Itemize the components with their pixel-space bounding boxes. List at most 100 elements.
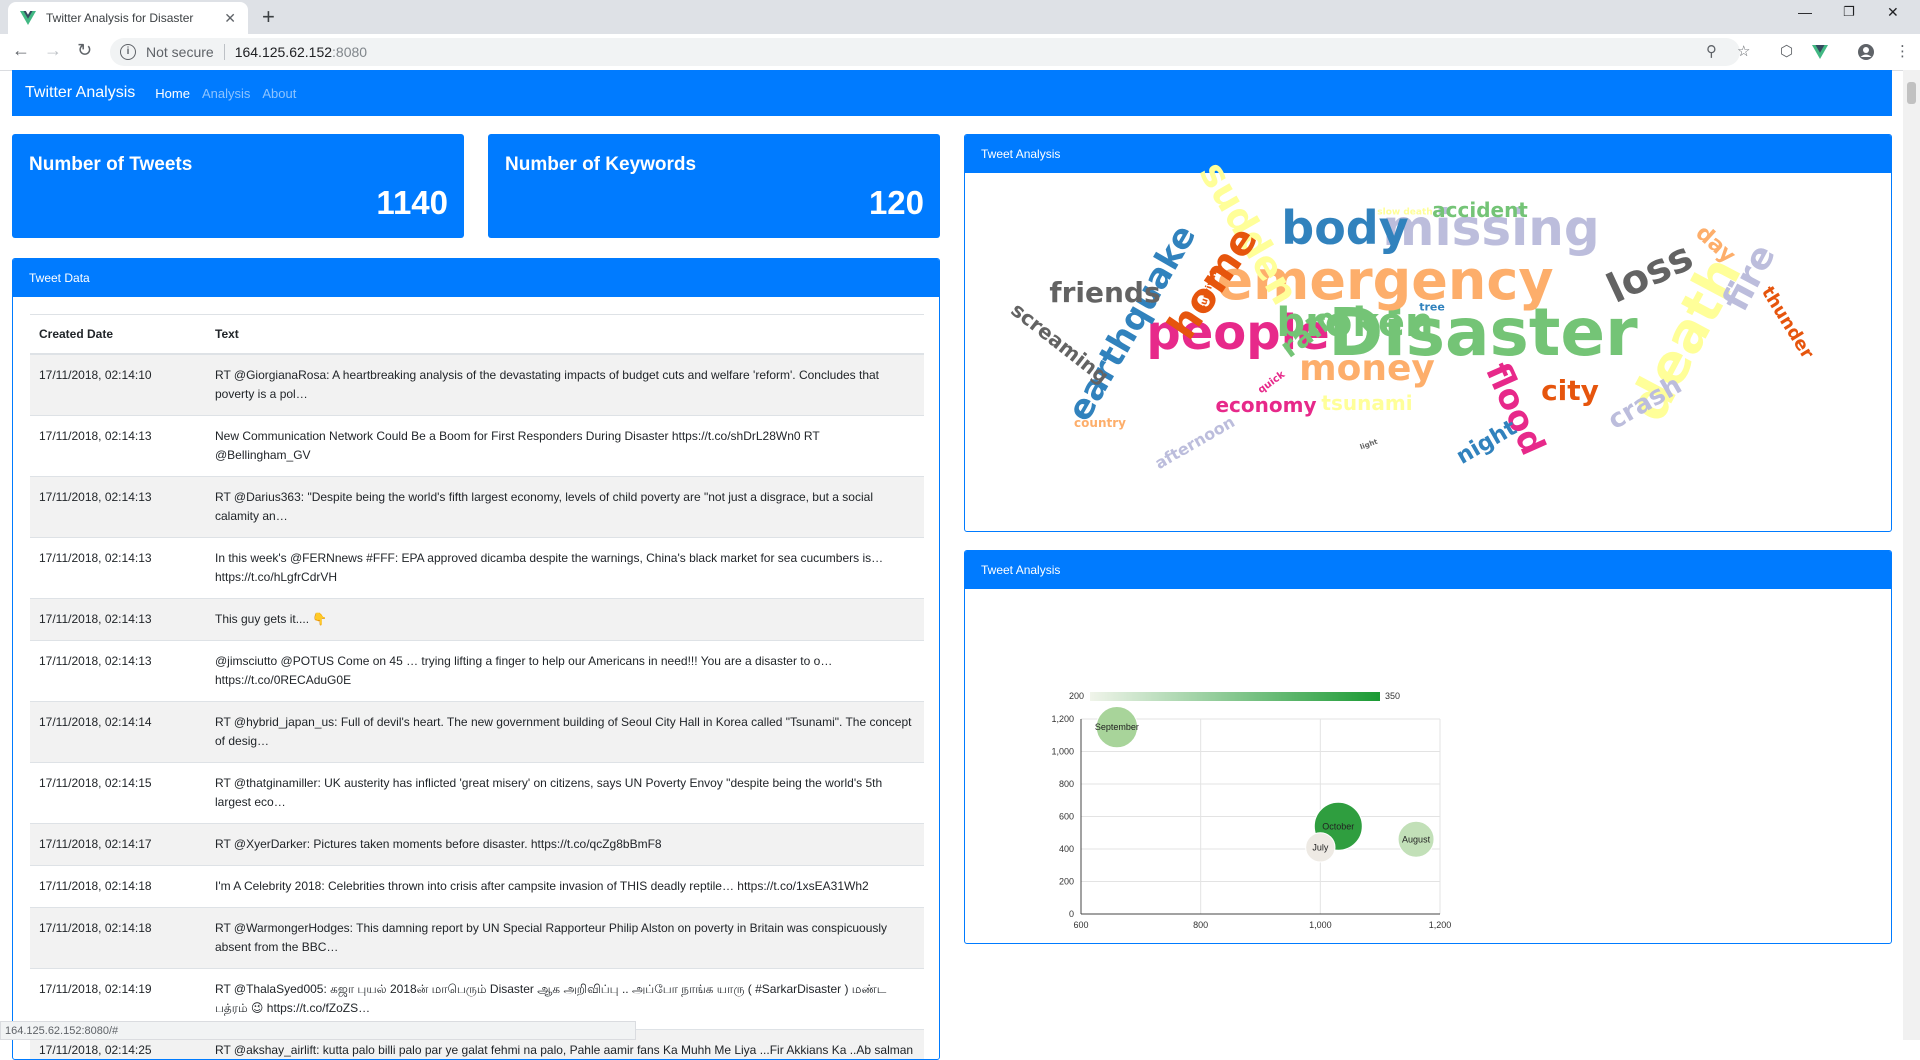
- restore-icon[interactable]: ❐: [1843, 4, 1855, 20]
- keywords-count-card: Number of Keywords 120: [488, 134, 940, 238]
- tweets-count-card: Number of Tweets 1140: [12, 134, 464, 238]
- tweets-count-label: Number of Tweets: [29, 154, 192, 176]
- table-row[interactable]: 17/11/2018, 02:14:17RT @XyerDarker: Pict…: [30, 824, 924, 866]
- x-tick-label: 1,000: [1309, 920, 1332, 930]
- address-bar[interactable]: i Not secure 164.125.62.152 :8080: [110, 38, 1740, 66]
- created-date-cell: 17/11/2018, 02:14:17: [30, 824, 206, 866]
- browser-toolbar: ← → ↻ i Not secure 164.125.62.152 :8080 …: [0, 34, 1920, 71]
- tweet-text-cell: New Communication Network Could Be a Boo…: [206, 416, 924, 477]
- bubble-label: August: [1402, 834, 1431, 844]
- table-row[interactable]: 17/11/2018, 02:14:13This guy gets it....…: [30, 599, 924, 641]
- table-row[interactable]: 17/11/2018, 02:14:15RT @thatginamiller: …: [30, 763, 924, 824]
- scrollbar-thumb[interactable]: [1907, 82, 1916, 104]
- legend-min-label: 200: [1069, 691, 1084, 701]
- legend-gradient-bar: [1090, 692, 1380, 701]
- url-host: 164.125.62.152: [235, 44, 332, 60]
- x-tick-label: 600: [1073, 920, 1088, 930]
- y-tick-label: 0: [1069, 909, 1074, 919]
- nav-link-home[interactable]: Home: [155, 86, 190, 101]
- table-row[interactable]: 17/11/2018, 02:14:18RT @WarmongerHodges:…: [30, 908, 924, 969]
- browser-tab-title: Twitter Analysis for Disaster: [46, 11, 224, 25]
- word-cloud-word: afternoon: [1152, 414, 1237, 472]
- tweet-text-cell: I'm A Celebrity 2018: Celebrities thrown…: [206, 866, 924, 908]
- word-cloud-word: night: [1453, 417, 1520, 469]
- tweet-text-cell: RT @hybrid_japan_us: Full of devil's hea…: [206, 702, 924, 763]
- security-label: Not secure: [146, 44, 214, 60]
- word-cloud-word: tree: [1419, 302, 1445, 313]
- tweets-count-value: 1140: [376, 184, 448, 222]
- created-date-cell: 17/11/2018, 02:14:13: [30, 641, 206, 702]
- address-separator: [224, 44, 225, 60]
- page-scrollbar[interactable]: [1903, 70, 1920, 1040]
- tweet-text-cell: RT @Darius363: "Despite being the world'…: [206, 477, 924, 538]
- tweet-text-cell: RT @thatginamiller: UK austerity has inf…: [206, 763, 924, 824]
- tweet-table: Created Date Text 17/11/2018, 02:14:10RT…: [30, 314, 924, 1060]
- word-cloud-word: city: [1541, 377, 1599, 405]
- browser-tabstrip: Twitter Analysis for Disaster ✕ + — ❐ ✕: [0, 0, 1920, 34]
- word-cloud-word: economy: [1215, 395, 1316, 415]
- browser-tab[interactable]: Twitter Analysis for Disaster ✕: [8, 2, 248, 34]
- vue-devtools-icon[interactable]: [1812, 44, 1828, 60]
- app-navbar: Twitter Analysis Home Analysis About: [12, 70, 1892, 116]
- close-window-icon[interactable]: ✕: [1887, 4, 1899, 21]
- created-date-cell: 17/11/2018, 02:14:18: [30, 908, 206, 969]
- word-cloud-word: slow death: [1377, 209, 1432, 218]
- forward-icon[interactable]: →: [44, 40, 62, 61]
- bubble-chart-card: Tweet Analysis 2003506008001,0001,200020…: [964, 550, 1892, 944]
- tweet-text-cell: RT @XyerDarker: Pictures taken moments b…: [206, 824, 924, 866]
- word-cloud-word: accident: [1432, 200, 1528, 220]
- y-tick-label: 200: [1059, 877, 1074, 887]
- tweet-text-cell: RT @WarmongerHodges: This damning report…: [206, 908, 924, 969]
- bubble-label: October: [1322, 821, 1354, 831]
- keywords-count-label: Number of Keywords: [505, 154, 696, 176]
- legend-max-label: 350: [1385, 691, 1400, 701]
- table-row[interactable]: 17/11/2018, 02:14:13@jimsciutto @POTUS C…: [30, 641, 924, 702]
- zoom-icon[interactable]: ⚲: [1706, 42, 1717, 60]
- created-date-cell: 17/11/2018, 02:14:13: [30, 477, 206, 538]
- info-icon[interactable]: i: [120, 44, 136, 60]
- word-cloud-word: tsunami: [1321, 393, 1412, 413]
- x-tick-label: 1,200: [1429, 920, 1452, 930]
- created-date-cell: 17/11/2018, 02:14:13: [30, 416, 206, 477]
- y-tick-label: 600: [1059, 812, 1074, 822]
- word-cloud-word: friends: [1049, 279, 1160, 307]
- x-tick-label: 800: [1193, 920, 1208, 930]
- nav-link-analysis[interactable]: Analysis: [202, 86, 250, 101]
- tweet-text-cell: RT @GiorgianaRosa: A heartbreaking analy…: [206, 354, 924, 416]
- minimize-icon[interactable]: —: [1798, 4, 1812, 20]
- keywords-count-value: 120: [869, 184, 924, 222]
- table-row[interactable]: 17/11/2018, 02:14:10RT @GiorgianaRosa: A…: [30, 354, 924, 416]
- created-date-cell: 17/11/2018, 02:14:18: [30, 866, 206, 908]
- profile-icon[interactable]: [1857, 43, 1875, 61]
- table-row[interactable]: 17/11/2018, 02:14:18I'm A Celebrity 2018…: [30, 866, 924, 908]
- menu-dots-icon[interactable]: ⋮: [1895, 42, 1910, 60]
- tweet-text-cell: @jimsciutto @POTUS Come on 45 … trying l…: [206, 641, 924, 702]
- back-icon[interactable]: ←: [12, 40, 30, 61]
- y-tick-label: 1,000: [1051, 747, 1074, 757]
- created-date-cell: 17/11/2018, 02:14:10: [30, 354, 206, 416]
- bubble-label: September: [1095, 722, 1139, 732]
- created-date-cell: 17/11/2018, 02:14:13: [30, 538, 206, 599]
- bubble-label: July: [1312, 842, 1329, 852]
- word-cloud-word: light: [1359, 439, 1378, 452]
- y-tick-label: 800: [1059, 779, 1074, 789]
- bookmark-star-icon[interactable]: ☆: [1737, 42, 1750, 60]
- new-tab-icon[interactable]: +: [262, 4, 275, 30]
- column-text[interactable]: Text: [206, 315, 924, 355]
- table-row[interactable]: 17/11/2018, 02:14:14RT @hybrid_japan_us:…: [30, 702, 924, 763]
- word-cloud: Disasteremergencymissingbodypeoplebroken…: [965, 173, 1891, 523]
- table-row[interactable]: 17/11/2018, 02:14:13RT @Darius363: "Desp…: [30, 477, 924, 538]
- tab-close-icon[interactable]: ✕: [224, 10, 236, 27]
- created-date-cell: 17/11/2018, 02:14:14: [30, 702, 206, 763]
- navbar-brand[interactable]: Twitter Analysis: [25, 84, 135, 102]
- nav-link-about[interactable]: About: [262, 86, 296, 101]
- vue-logo-icon: [20, 10, 36, 26]
- extension-icon[interactable]: ⬡: [1780, 42, 1793, 60]
- table-row[interactable]: 17/11/2018, 02:14:13In this week's @FERN…: [30, 538, 924, 599]
- tweet-data-card: Tweet Data Created Date Text 17/11/2018,…: [12, 258, 940, 1060]
- y-tick-label: 400: [1059, 844, 1074, 854]
- reload-icon[interactable]: ↻: [77, 40, 92, 61]
- status-bar-url: 164.125.62.152:8080/#: [0, 1021, 636, 1040]
- table-row[interactable]: 17/11/2018, 02:14:13New Communication Ne…: [30, 416, 924, 477]
- column-created-date[interactable]: Created Date: [30, 315, 206, 355]
